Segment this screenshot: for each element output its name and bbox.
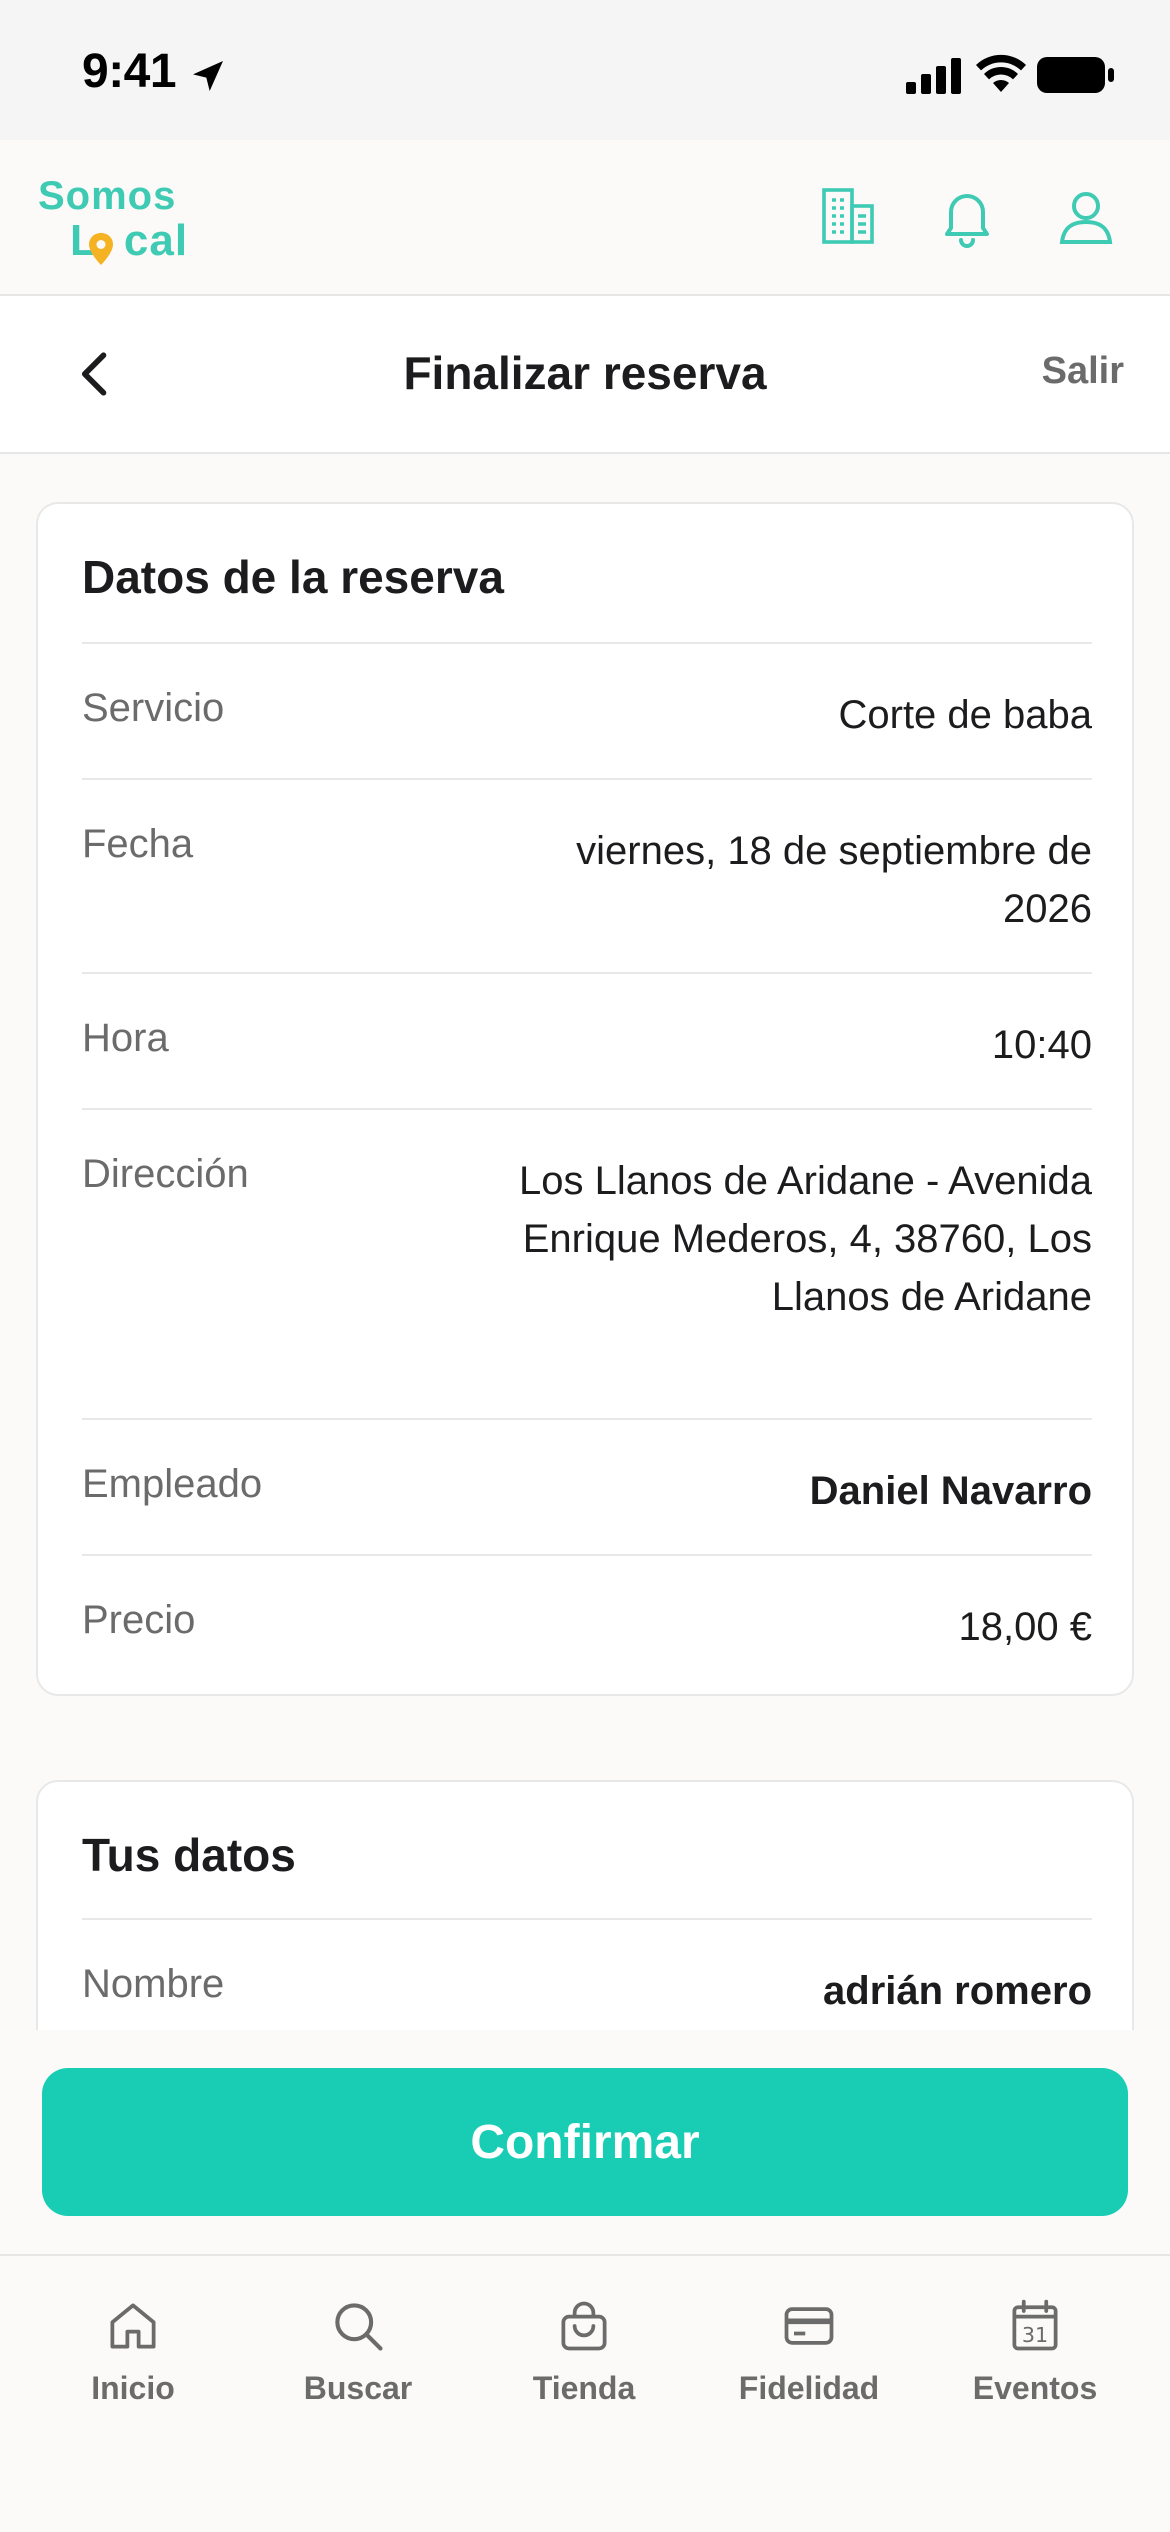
detail-label: Fecha — [82, 822, 194, 866]
detail-row-date: Fecha viernes, 18 de septiembre de 2026 — [82, 778, 1092, 972]
booking-details-title: Datos de la reserva — [82, 551, 504, 603]
your-data-title: Tus datos — [82, 1829, 296, 1881]
detail-row-time: Hora 10:40 — [82, 972, 1092, 1108]
home-icon — [110, 2303, 156, 2349]
cellular-signal-icon — [906, 58, 961, 94]
confirm-button[interactable]: Confirmar — [42, 2068, 1128, 2216]
tab-buscar[interactable]: Buscar — [246, 2296, 470, 2426]
location-pin-icon — [89, 233, 113, 265]
bag-icon — [561, 2301, 607, 2351]
detail-value: 10:40 — [991, 1023, 1092, 1067]
detail-row-address: Dirección Los Llanos de Aridane - Avenid… — [82, 1108, 1092, 1418]
user-icon[interactable] — [1054, 184, 1118, 248]
status-time: 9:41 — [82, 45, 177, 98]
page-title: Finalizar reserva — [403, 347, 767, 399]
somos-local-logo[interactable]: Somos Lcal — [38, 174, 198, 265]
confirm-panel: Confirmar — [0, 2030, 1170, 2254]
building-icon[interactable] — [816, 184, 880, 248]
detail-row-service: Servicio Corte de baba — [82, 642, 1092, 778]
detail-value: 18,00 € — [958, 1605, 1092, 1649]
detail-label: Hora — [82, 1016, 169, 1060]
detail-value: adrián romero — [823, 1969, 1092, 2013]
tab-label: Buscar — [303, 2370, 413, 2406]
calendar-icon: 31 — [1012, 2299, 1058, 2351]
exit-button[interactable]: Salir — [1042, 350, 1124, 393]
bell-icon[interactable] — [935, 184, 999, 248]
detail-label: Nombre — [82, 1962, 225, 2006]
detail-row-price: Precio 18,00 € — [82, 1554, 1092, 1690]
app-header: Somos Lcal — [0, 140, 1170, 296]
tab-tienda[interactable]: Tienda — [472, 2296, 696, 2426]
booking-details-card: Datos de la reserva Servicio Corte de ba… — [36, 502, 1134, 1696]
detail-row-employee: Empleado Daniel Navarro — [82, 1418, 1092, 1554]
search-icon — [335, 2303, 383, 2351]
tab-bar: Inicio Buscar Tienda Fidelidad 31 Evento… — [0, 2254, 1170, 2532]
location-arrow-icon — [193, 61, 223, 91]
tab-label: Inicio — [91, 2370, 175, 2406]
wifi-icon — [976, 54, 1026, 92]
tab-label: Eventos — [972, 2370, 1098, 2406]
tab-fidelidad[interactable]: Fidelidad — [697, 2296, 921, 2426]
logo-word-1: Somos — [38, 174, 177, 218]
card-icon — [784, 2307, 834, 2345]
detail-label: Empleado — [82, 1462, 263, 1506]
navigation-bar: Finalizar reserva Salir — [0, 296, 1170, 454]
tab-label: Tienda — [532, 2370, 636, 2406]
detail-label: Dirección — [82, 1152, 249, 1196]
detail-value: Daniel Navarro — [809, 1469, 1092, 1513]
detail-value: viernes, 18 de septiembre de 2026 — [576, 829, 1092, 931]
status-bar: 9:41 — [0, 0, 1170, 140]
detail-label: Precio — [82, 1598, 196, 1642]
detail-value: Los Llanos de Aridane - Avenida Enrique … — [518, 1159, 1092, 1319]
tab-eventos[interactable]: 31 Eventos — [923, 2296, 1147, 2426]
svg-text:31: 31 — [1022, 2323, 1048, 2347]
detail-label: Servicio — [82, 686, 225, 730]
detail-value: Corte de baba — [838, 693, 1092, 737]
tab-inicio[interactable]: Inicio — [21, 2296, 245, 2426]
tab-label: Fidelidad — [738, 2370, 880, 2406]
battery-icon — [1037, 57, 1114, 93]
